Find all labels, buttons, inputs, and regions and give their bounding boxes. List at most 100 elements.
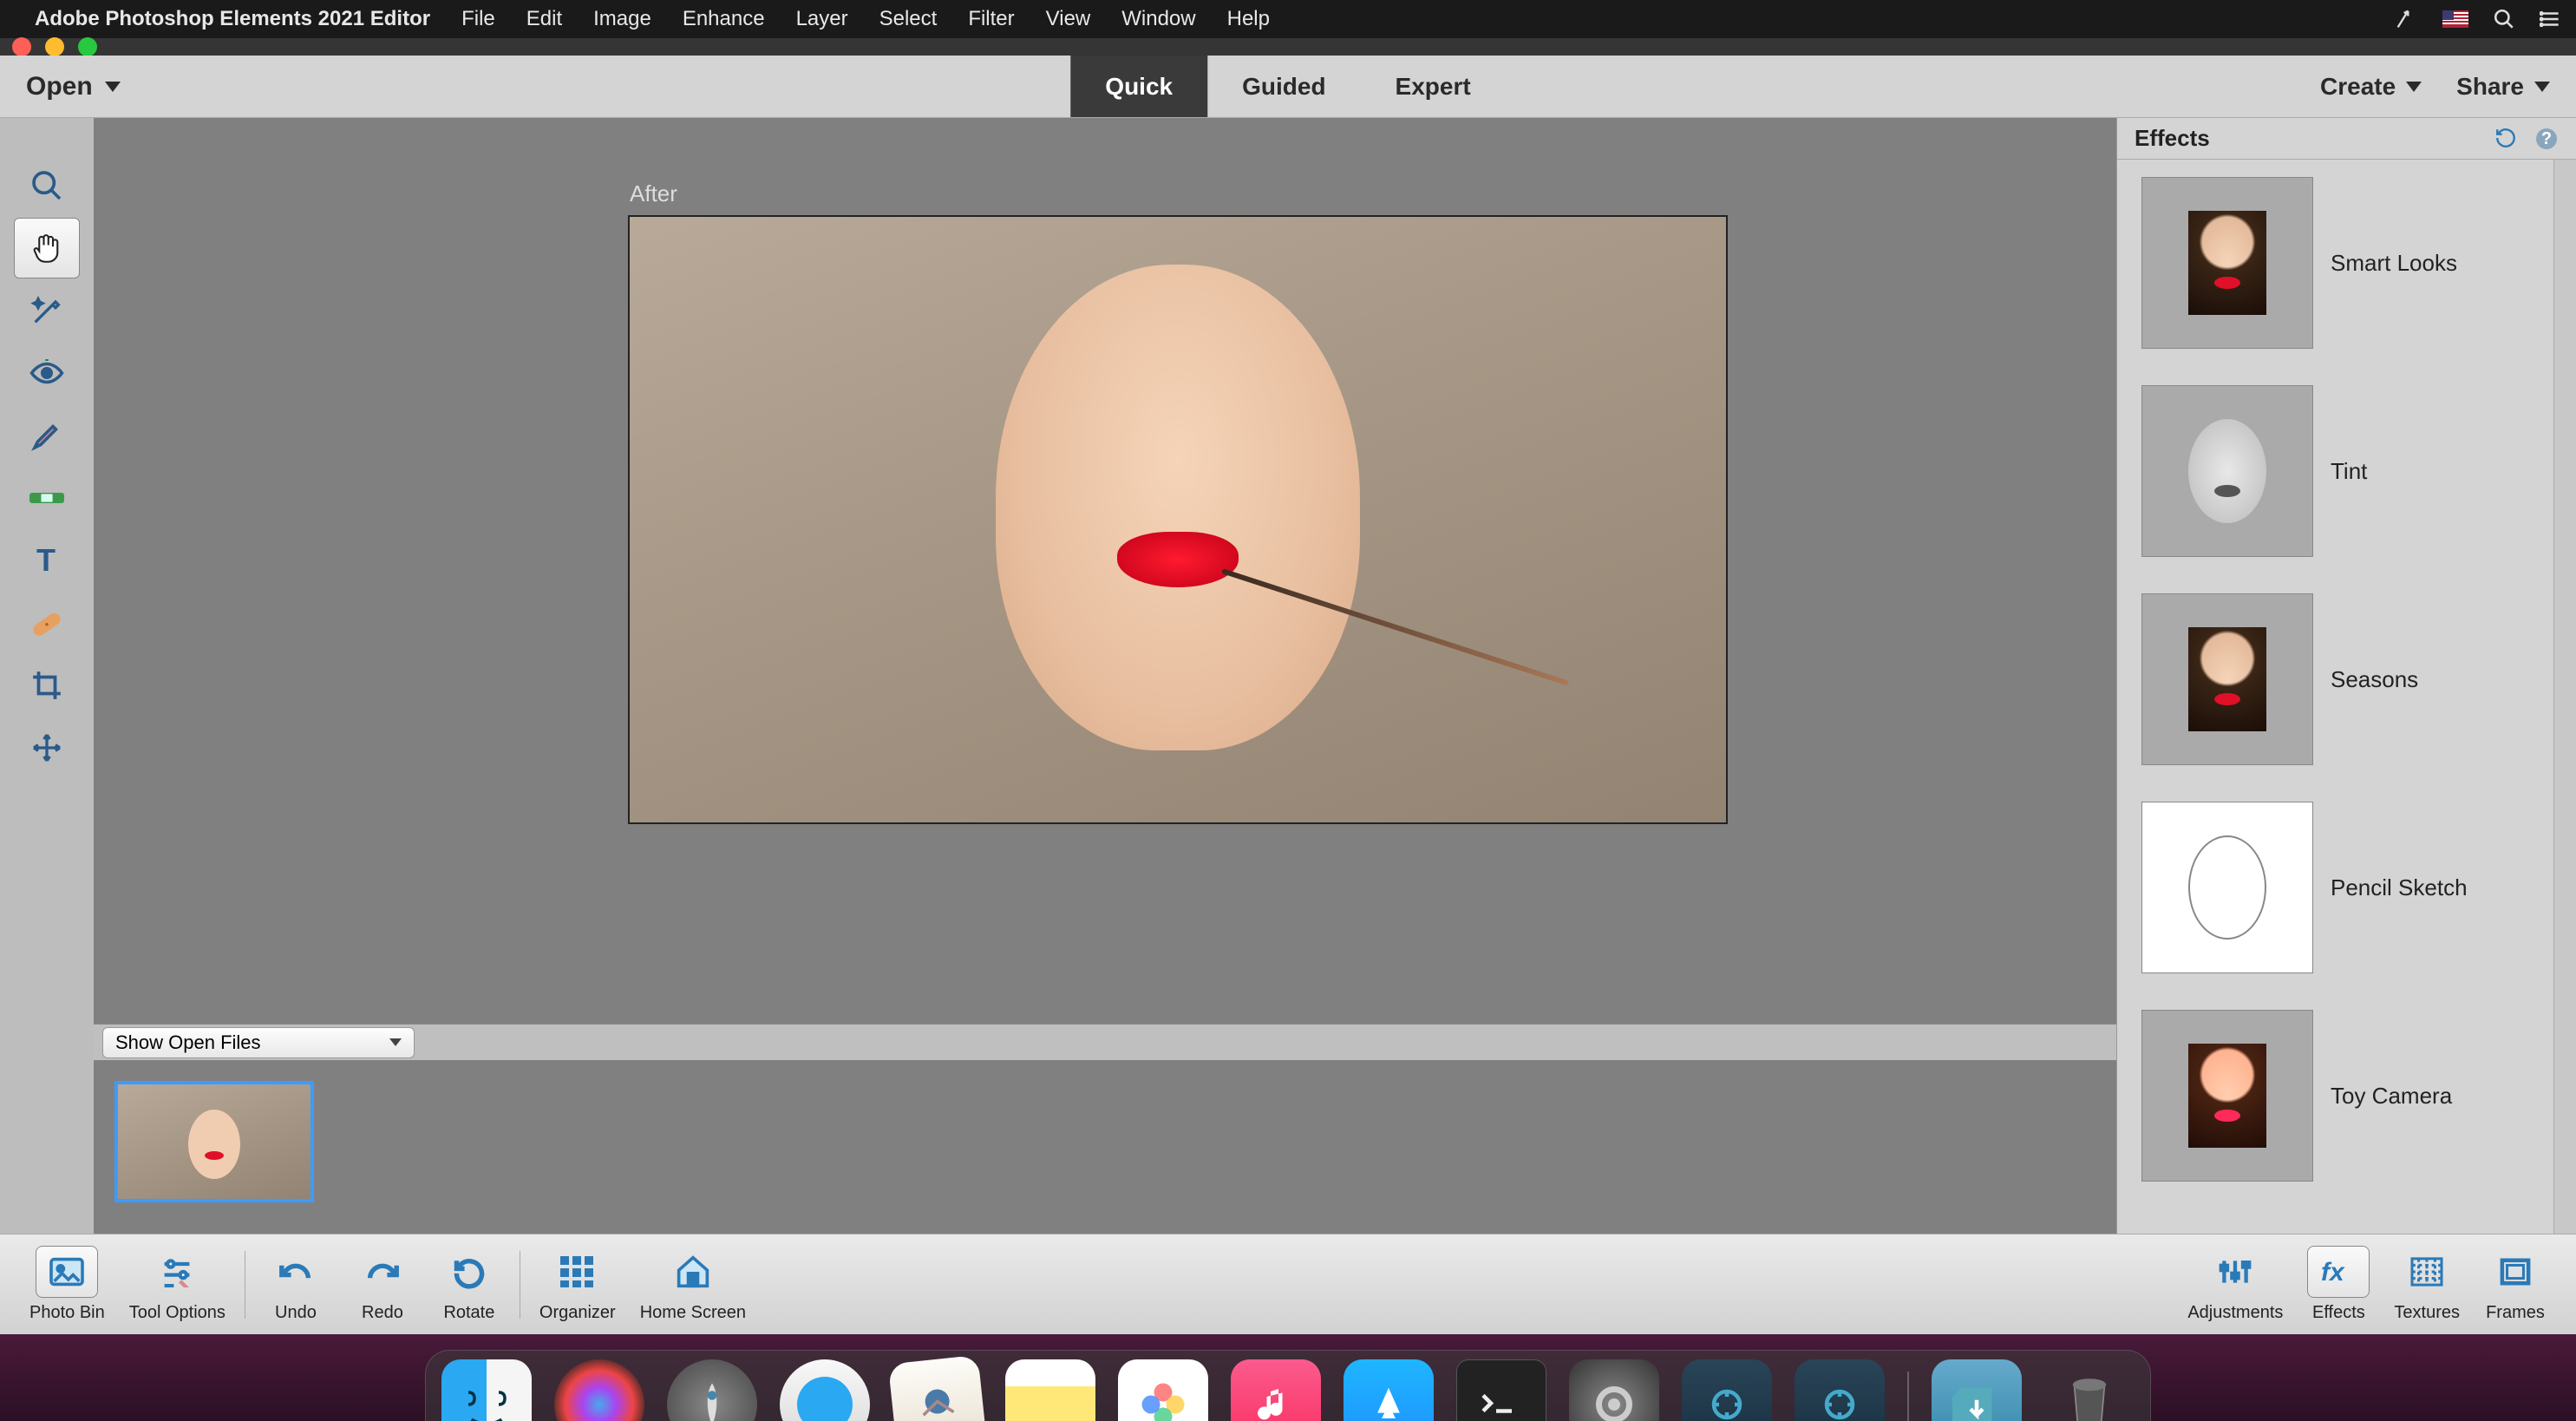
task-label: Tool Options [129,1303,226,1323]
mode-tabs: Quick Guided Expert [1070,56,1505,117]
effects-scrollbar[interactable] [2553,160,2576,1234]
effects-list[interactable]: Smart Looks Tint Seasons Pencil Sketch Toy C… [2117,160,2553,1234]
launchpad-icon [682,1374,742,1421]
brush-icon [29,417,65,454]
dock-finder[interactable] [441,1359,532,1421]
crop-tool[interactable] [14,655,80,716]
dock-safari[interactable] [780,1359,870,1421]
dock-photos[interactable] [1118,1359,1208,1421]
menu-select[interactable]: Select [879,7,938,30]
menu-view[interactable]: View [1046,7,1091,30]
dock-trash[interactable] [2044,1359,2135,1421]
effect-item[interactable]: Smart Looks [2141,177,2553,349]
effect-label: Pencil Sketch [2331,874,2468,901]
fx-icon: fx [2319,1256,2357,1287]
share-button[interactable]: Share [2456,73,2550,101]
rotate-icon [447,1254,492,1289]
window-close-button[interactable] [12,37,31,56]
menu-enhance[interactable]: Enhance [683,7,765,30]
tab-expert[interactable]: Expert [1361,56,1506,117]
menu-image[interactable]: Image [593,7,651,30]
tray-flag-icon[interactable] [2442,10,2468,28]
tool-options-button[interactable]: Tool Options [129,1246,226,1323]
tray-search-icon[interactable] [2493,8,2515,30]
svg-text:?: ? [2541,129,2552,148]
window-minimize-button[interactable] [45,37,64,56]
eye-tool[interactable]: + [14,343,80,403]
tab-quick[interactable]: Quick [1070,56,1207,117]
menu-window[interactable]: Window [1121,7,1195,30]
document-image[interactable] [628,215,1728,824]
sliders-icon [158,1256,196,1287]
chevron-down-icon [2534,82,2550,92]
task-label: Redo [362,1303,403,1323]
effect-item[interactable]: Pencil Sketch [2141,802,2553,973]
undo-button[interactable]: Undo [265,1246,327,1323]
photos-icon [1133,1374,1193,1421]
adjustments-button[interactable]: Adjustments [2187,1246,2283,1323]
effect-thumbnail [2141,802,2313,973]
zoom-tool[interactable] [14,155,80,216]
chevron-down-icon [389,1038,402,1046]
type-tool[interactable]: T [14,530,80,591]
effect-item[interactable]: Toy Camera [2141,1010,2553,1182]
undo-icon [277,1256,315,1287]
help-icon[interactable]: ? [2534,127,2559,151]
menu-edit[interactable]: Edit [526,7,562,30]
spot-heal-tool[interactable] [14,593,80,653]
whiten-teeth-tool[interactable] [14,405,80,466]
dock-launchpad[interactable] [667,1359,757,1421]
hand-tool[interactable] [14,218,80,278]
straighten-tool[interactable] [14,468,80,528]
tray-menu-icon[interactable] [2540,8,2562,30]
dock-app-store[interactable] [1344,1359,1434,1421]
open-label: Open [26,72,93,102]
dock-notes[interactable] [1005,1359,1095,1421]
open-button[interactable]: Open [0,56,147,117]
photo-bin-dropdown[interactable]: Show Open Files [102,1027,415,1058]
quick-select-tool[interactable] [14,280,80,341]
create-button[interactable]: Create [2320,73,2422,101]
move-tool[interactable] [14,717,80,778]
menu-file[interactable]: File [461,7,495,30]
dock-terminal[interactable] [1456,1359,1546,1421]
dock-mail[interactable] [888,1355,987,1421]
bandaid-icon [29,605,65,641]
tab-guided[interactable]: Guided [1207,56,1360,117]
menu-filter[interactable]: Filter [968,7,1014,30]
redo-button[interactable]: Redo [351,1246,414,1323]
eye-icon: + [29,359,65,387]
menu-help[interactable]: Help [1227,7,1270,30]
task-label: Frames [2486,1303,2545,1323]
effect-item[interactable]: Seasons [2141,593,2553,765]
tray-share-icon[interactable] [2394,7,2418,31]
home-screen-button[interactable]: Home Screen [640,1246,746,1323]
music-icon [1250,1378,1302,1421]
downloads-icon [1946,1378,2007,1421]
dock-music[interactable] [1231,1359,1321,1421]
dock-system-preferences[interactable] [1569,1359,1659,1421]
after-label: After [630,180,677,207]
app-title[interactable]: Adobe Photoshop Elements 2021 Editor [35,7,430,31]
image-icon [48,1256,86,1287]
dock-pse-organizer[interactable] [1682,1359,1772,1421]
app-header: Open Quick Guided Expert Create Share [0,56,2576,118]
photo-bin-thumbnail[interactable] [114,1081,314,1202]
window-zoom-button[interactable] [78,37,97,56]
dock-pse-editor[interactable] [1795,1359,1885,1421]
svg-text:+: + [38,359,47,362]
wand-icon [29,293,64,328]
organizer-button[interactable]: Organizer [539,1246,616,1323]
effect-item[interactable]: Tint [2141,385,2553,557]
rotate-button[interactable]: Rotate [438,1246,500,1323]
textures-button[interactable]: Textures [2394,1246,2460,1323]
photo-bin-button[interactable]: Photo Bin [29,1246,105,1323]
menu-layer[interactable]: Layer [796,7,848,30]
effect-thumbnail [2141,593,2313,765]
svg-text:T: T [36,545,56,576]
reset-icon[interactable] [2493,127,2519,151]
dock-siri[interactable] [554,1359,644,1421]
dock-downloads[interactable] [1932,1359,2022,1421]
frames-button[interactable]: Frames [2484,1246,2547,1323]
effects-button[interactable]: fxEffects [2307,1246,2370,1323]
